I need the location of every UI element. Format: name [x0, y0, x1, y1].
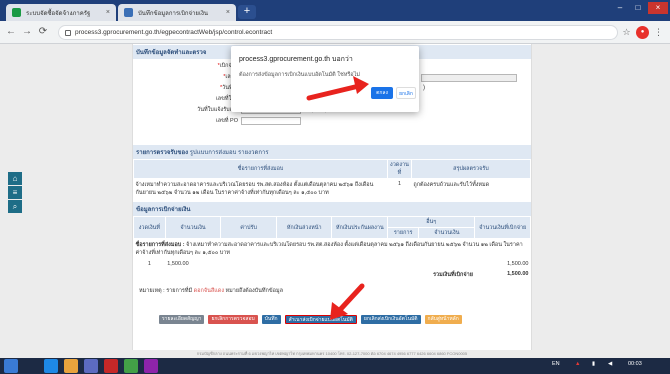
minimize-button[interactable]: – [612, 2, 628, 14]
new-tab-button[interactable]: + [238, 5, 256, 19]
label-invoice-date: วันที่ใบแจ้งรับเงิน [197, 107, 238, 113]
lock-icon [65, 29, 71, 36]
item-label: ชื่อรายการที่ส่งมอบ : [135, 242, 185, 248]
col-advance: หักเงินล่วงหน้า [275, 216, 333, 239]
folder-icon[interactable] [64, 359, 78, 373]
receipt-result: ถูกต้องครบถ้วนและรับไว้ทั้งหมด [413, 182, 490, 188]
receipt-title: รายการตรวจรับของ [136, 150, 189, 156]
red-arrow-to-button-icon [330, 283, 365, 320]
col-guarantee: หักเงินประกันผลงาน [331, 216, 389, 239]
reload-icon[interactable]: ⟳ [36, 24, 50, 40]
close-window-button[interactable]: × [648, 2, 668, 14]
egp-favicon-icon [12, 8, 21, 17]
table-row: ชื่อรายการที่ส่งมอบ : จ้างเหมาทำความสะอา… [134, 239, 531, 260]
number-field[interactable] [421, 74, 517, 82]
table-row: จ้างเหมาทำความสะอาดอาคารและบริเวณโดยรอบ … [134, 179, 531, 200]
note-red-text: ดอกจันสีแดง [193, 288, 225, 294]
page-favicon-icon [124, 8, 133, 17]
col-fine: ค่าปรับ [220, 216, 277, 239]
contract-detail-button[interactable]: รายละเอียดสัญญา [159, 315, 205, 324]
receipt-subtitle: รูปแบบการส่งมอบ รายงวดการ [189, 150, 269, 156]
app-icon[interactable] [104, 359, 118, 373]
item-text: จ้างเหมาทำความสะอาดอาคารและบริเวณโดยรอบ … [135, 242, 523, 256]
col-other: อื่นๆ [387, 216, 476, 228]
tab-title: ระบบจัดซื้อจัดจ้างภาครัฐ [26, 10, 91, 17]
red-arrow-to-ok-icon [306, 76, 369, 101]
maximize-button[interactable]: □ [630, 2, 646, 14]
label-disbursement: เบิกจ่าย [133, 62, 241, 70]
extension-icon[interactable]: ● [636, 26, 649, 39]
dialog-ok-button[interactable]: ตกลง [371, 87, 393, 99]
network-icon[interactable]: ▮ [592, 361, 595, 367]
tab-title: บันทึกข้อมูลการเบิกจ่ายเงิน [138, 10, 209, 17]
clock-time: 00:03 [628, 361, 642, 367]
menu-list-icon[interactable]: ≡ [8, 186, 22, 199]
tab-close-icon[interactable]: × [106, 9, 110, 16]
cancel-auto-disburse-button[interactable]: ยกเลิกส่งเบิกเงินอัตโนมัติ [360, 315, 421, 324]
date-hint-suffix: ) [423, 85, 425, 91]
col-result: สรุปผลตรวจรับ [410, 159, 532, 179]
col-amount: จำนวนเงิน [164, 216, 222, 239]
label-number: เลขท [133, 73, 241, 81]
url-text: process3.gprocurement.go.th/egpecontract… [75, 29, 273, 36]
payment-no: 1 [147, 261, 151, 267]
total-label: รวมเงินที่เบิกจ่าย [433, 272, 473, 278]
col-other-item: รายการ [387, 227, 420, 239]
label-receipt-number: เลขที่ใบส [215, 96, 238, 102]
receipt-period: 1 [397, 181, 402, 187]
col-installment: งวดเงินที่ [133, 216, 166, 239]
section-header-payment: ข้อมูลการเบิกจ่ายเงิน [133, 202, 531, 216]
address-bar[interactable]: process3.gprocurement.go.th/egpecontract… [58, 25, 618, 40]
dialog-title: process3.gprocurement.go.th บอกว่า [239, 56, 353, 63]
label-po-number: เลขที่ PO [215, 118, 238, 124]
receipt-description: จ้างเหมาทำความสะอาดอาคารและบริเวณโดยรอบ … [135, 182, 374, 196]
start-button-icon[interactable] [4, 359, 18, 373]
col-delivered-item: ชื่อรายการที่ส่งมอบ [132, 159, 389, 179]
tab-egp-main[interactable]: ระบบจัดซื้อจัดจ้างภาครัฐ × [6, 4, 116, 21]
total-value: 1,500.00 [507, 271, 529, 277]
back-home-button[interactable]: กลับสู่หน้าหลัก [424, 315, 462, 324]
page-footer: กรมบัญชีกลาง ถนนพระรามที่ 6 แขวงพญาไท เข… [196, 351, 468, 356]
back-arrow-icon[interactable]: ← [4, 24, 18, 40]
ie-icon[interactable] [44, 359, 58, 373]
search-icon[interactable]: ⌕ [8, 200, 22, 213]
menu-kebab-icon[interactable]: ⋮ [652, 26, 665, 39]
cancel-review-button[interactable]: ยกเลิกการตรวจสอบ [208, 315, 258, 324]
label-date: วันที่เบิ [133, 84, 241, 92]
bookmark-star-icon[interactable]: ☆ [620, 26, 633, 39]
table-row: 1 1,500.00 1,500.00 [134, 259, 531, 269]
windows-taskbar [0, 358, 670, 374]
save-button[interactable]: บันทึก [261, 315, 281, 324]
col-period: งวดงานที่ [387, 159, 412, 179]
section-header-receipt: รายการตรวจรับของ รูปแบบการส่งมอบ รายงวดก… [133, 145, 531, 159]
note-suffix: หมายถึงต้องบันทึกข้อมูล [225, 288, 283, 294]
chrome-icon[interactable] [124, 359, 138, 373]
notification-icon[interactable]: ▲ [575, 361, 580, 367]
language-indicator[interactable]: EN [552, 361, 560, 367]
col-other-amount: จำนวนเงิน [418, 227, 476, 239]
dialog-cancel-button[interactable]: ยกเลิก [396, 87, 416, 99]
note-prefix: หมายเหตุ : รายการที่มี [139, 288, 193, 294]
po-number-field[interactable] [241, 117, 301, 125]
home-icon[interactable]: ⌂ [8, 172, 22, 185]
tab-payment-record[interactable]: บันทึกข้อมูลการเบิกจ่ายเงิน × [118, 4, 236, 21]
media-icon[interactable] [84, 359, 98, 373]
forward-arrow-icon[interactable]: → [20, 24, 34, 40]
receipt-table: ชื่อรายการที่ส่งมอบ งวดงานที่ สรุปผลตรวจ… [132, 159, 532, 200]
tab-close-icon[interactable]: × [226, 9, 230, 16]
app-icon[interactable] [144, 359, 158, 373]
volume-icon[interactable]: ◀ [608, 361, 612, 367]
col-net-payment: จำนวนเงินที่เบิกจ่าย [474, 216, 531, 239]
payment-net: 1,500.00 [507, 261, 529, 267]
payment-table: งวดเงินที่ จำนวนเงิน ค่าปรับ หักเงินล่วง… [133, 216, 531, 281]
payment-amount: 1,500.00 [167, 261, 189, 267]
